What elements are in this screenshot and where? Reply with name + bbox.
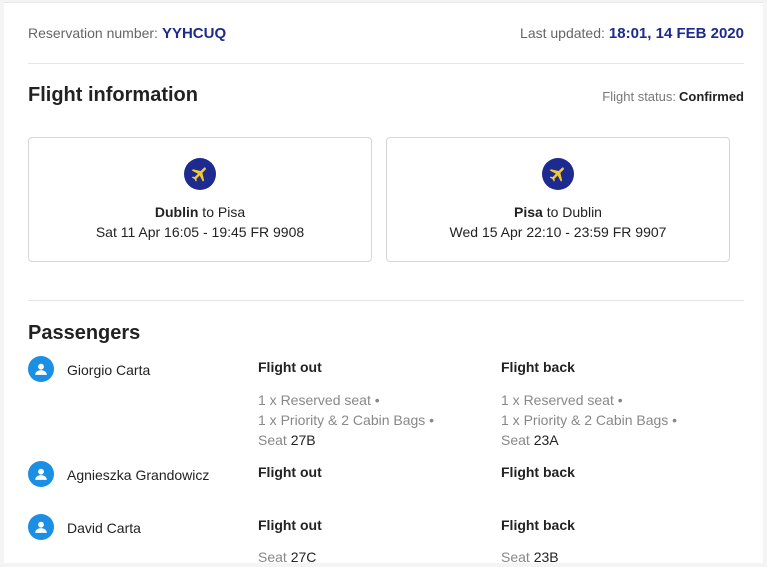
flight-route: Dublin to Pisa [29, 204, 371, 220]
passengers-title: Passengers [28, 322, 141, 344]
last-updated-label: Last updated: [520, 25, 605, 41]
service-line: 1 x Priority & 2 Cabin Bags • [501, 412, 678, 428]
seat-number: 23A [533, 432, 559, 448]
flight-out-services: 1 x Reserved seat • 1 x Priority & 2 Cab… [258, 390, 434, 450]
last-updated-info: Last updated: 18:01, 14 FEB 2020 [520, 25, 744, 42]
seat-info: Seat 23B [501, 547, 559, 567]
flight-details: Wed 15 Apr 22:10 - 23:59 FR 9907 [449, 224, 667, 240]
reservation-label: Reservation number: [28, 25, 158, 41]
flight-status-label: Flight status: [602, 89, 676, 104]
seat-number: 23B [533, 549, 559, 565]
plane-icon [184, 158, 216, 190]
service-line: 1 x Reserved seat • [258, 392, 380, 408]
flight-card-outbound[interactable]: Dublin to Pisa Sat 11 Apr 16:05 - 19:45 … [28, 137, 372, 262]
route-destination: Pisa [217, 204, 246, 220]
flight-back-heading: Flight back [501, 359, 575, 375]
user-avatar-icon [28, 514, 54, 540]
seat-info: Seat 27B [258, 430, 434, 450]
flight-card-return[interactable]: Pisa to Dublin Wed 15 Apr 22:10 - 23:59 … [386, 137, 730, 262]
flight-status: Flight status: Confirmed [602, 89, 744, 104]
booking-card: Reservation number: YYHCUQ Last updated: 1… [4, 2, 763, 565]
flight-back-services: 1 x Reserved seat • 1 x Priority & 2 Cab… [501, 390, 677, 450]
flight-info-title: Flight information [28, 84, 198, 106]
route-destination: Dublin [562, 204, 602, 220]
plane-icon [542, 158, 574, 190]
seat-label: Seat [258, 432, 291, 448]
seat-number: 27C [290, 549, 317, 565]
last-updated-value: 18:01, 14 FEB 2020 [608, 25, 744, 42]
seat-label: Seat [501, 549, 534, 565]
reservation-info: Reservation number: YYHCUQ [28, 25, 226, 42]
flight-back-heading: Flight back [501, 517, 575, 533]
flight-status-value: Confirmed [679, 89, 744, 104]
service-line: 1 x Reserved seat • [501, 392, 623, 408]
seat-label: Seat [501, 432, 534, 448]
seat-label: Seat [258, 549, 291, 565]
flight-route: Pisa to Dublin [387, 204, 729, 220]
flight-out-heading: Flight out [258, 464, 322, 480]
user-avatar-icon [28, 461, 54, 487]
seat-info: Seat 27C [258, 547, 316, 567]
flight-out-heading: Flight out [258, 359, 322, 375]
route-origin: Pisa [514, 204, 543, 220]
user-avatar-icon [28, 356, 54, 382]
passenger-name: Agnieszka Grandowicz [67, 467, 210, 483]
seat-info: Seat 23A [501, 430, 677, 450]
divider [28, 300, 744, 301]
passenger-name: Giorgio Carta [67, 362, 151, 378]
seat-number: 27B [290, 432, 316, 448]
divider [28, 63, 744, 64]
flight-back-heading: Flight back [501, 464, 575, 480]
reservation-number: YYHCUQ [161, 25, 227, 42]
flight-out-heading: Flight out [258, 517, 322, 533]
route-connector: to [542, 204, 563, 220]
route-connector: to [198, 204, 218, 220]
passenger-name: David Carta [67, 520, 141, 536]
flight-details: Sat 11 Apr 16:05 - 19:45 FR 9908 [95, 224, 305, 240]
service-line: 1 x Priority & 2 Cabin Bags • [258, 412, 435, 428]
route-origin: Dublin [154, 204, 199, 220]
